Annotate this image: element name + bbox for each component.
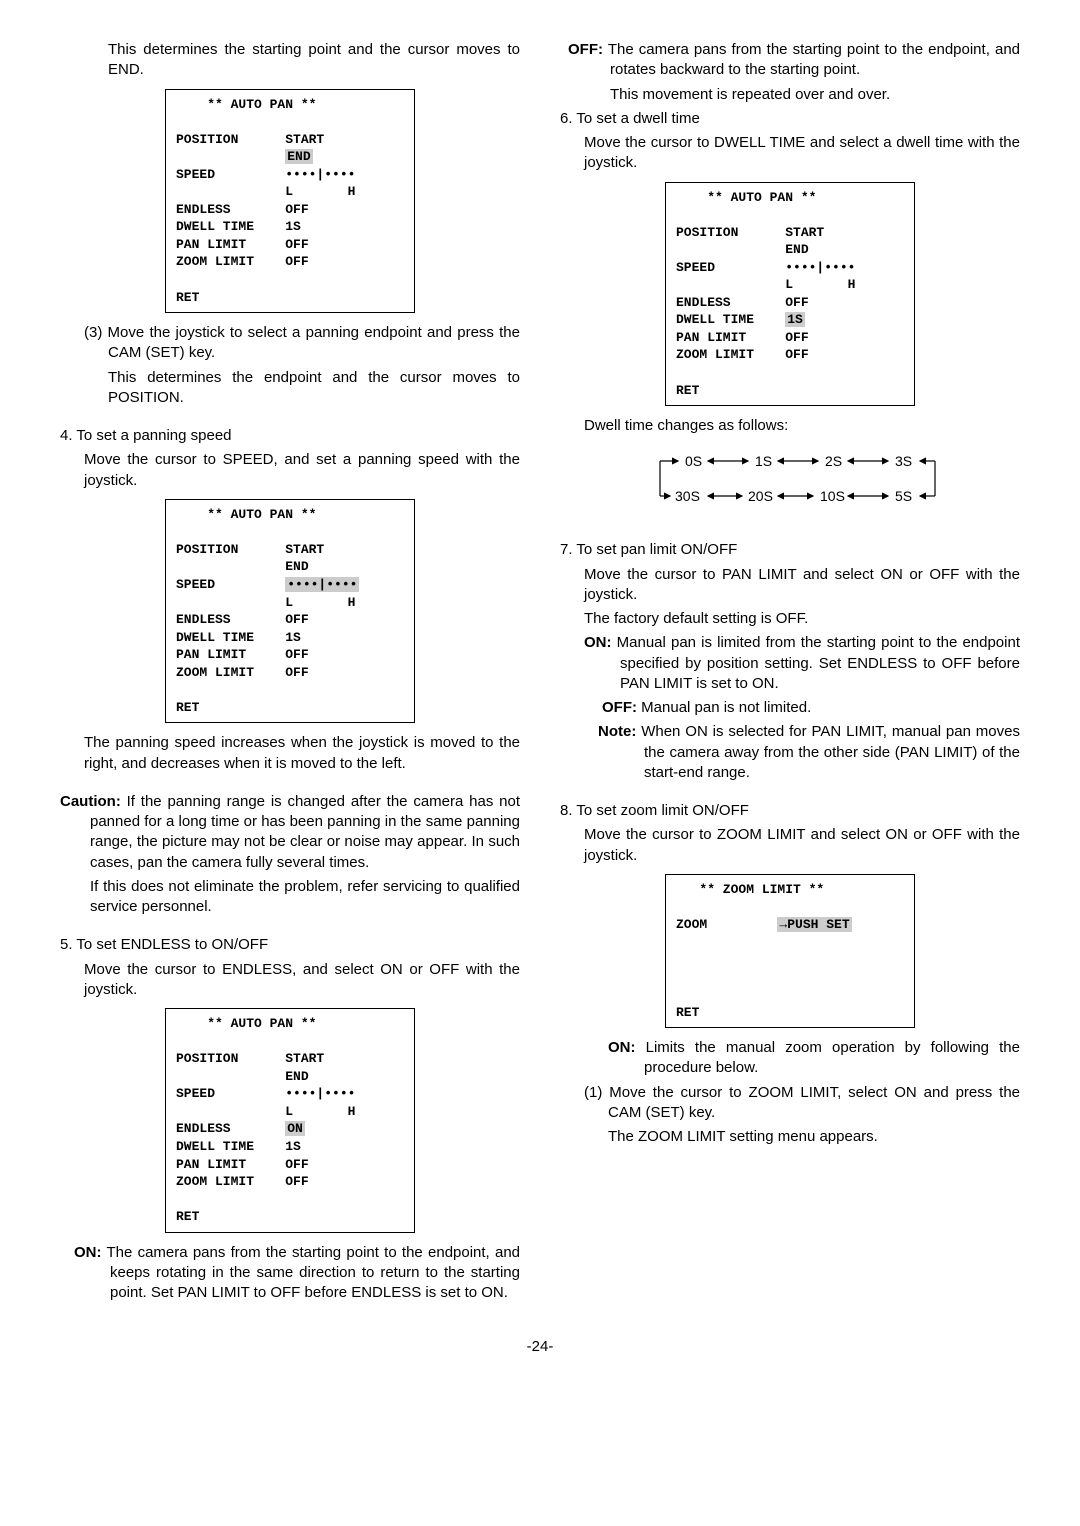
step-8: 8. To set zoom limit ON/OFF (560, 801, 1020, 821)
on-para: ON: The camera pans from the starting po… (60, 1243, 520, 1304)
sub8-1: (1) Move the cursor to ZOOM LIMIT, selec… (560, 1083, 1020, 1124)
intro-text: This determines the starting point and t… (108, 40, 520, 81)
step-5: 5. To set ENDLESS to ON/OFF (60, 935, 520, 955)
sub8-1b: The ZOOM LIMIT setting menu appears. (608, 1127, 1020, 1147)
step-3: (3) Move the joystick to select a pannin… (60, 323, 520, 364)
svg-text:2S: 2S (825, 453, 842, 469)
off-label: OFF: (568, 41, 603, 58)
auto-pan-menu-4: ** AUTO PAN ** POSITION START END SPEED … (665, 182, 915, 407)
panning-speed-text: The panning speed increases when the joy… (84, 733, 520, 774)
step-5a: Move the cursor to ENDLESS, and select O… (84, 960, 520, 1001)
off-para: OFF: The camera pans from the starting p… (560, 40, 1020, 81)
caution-label: Caution: (60, 793, 121, 810)
on8-para: ON: Limits the manual zoom operation by … (584, 1038, 1020, 1079)
svg-text:10S: 10S (820, 488, 845, 504)
step-7: 7. To set pan limit ON/OFF (560, 540, 1020, 560)
svg-text:20S: 20S (748, 488, 773, 504)
page-number: -24- (60, 1337, 1020, 1357)
on7-para: ON: Manual pan is limited from the start… (560, 633, 1020, 694)
step-8a: Move the cursor to ZOOM LIMIT and select… (584, 825, 1020, 866)
dwell-time-diagram: 0S 1S 2S 3S 30S 20S 10S 5S (630, 446, 950, 516)
dwell-intro: Dwell time changes as follows: (584, 416, 1020, 436)
step-7a: Move the cursor to PAN LIMIT and select … (584, 565, 1020, 606)
note7-para: Note: When ON is selected for PAN LIMIT,… (584, 722, 1020, 783)
auto-pan-menu-3: ** AUTO PAN ** POSITION START END SPEED … (165, 1008, 415, 1233)
step-4a: Move the cursor to SPEED, and set a pann… (84, 450, 520, 491)
step-6: 6. To set a dwell time (560, 109, 1020, 129)
left-column: This determines the starting point and t… (60, 40, 520, 1307)
right-column: OFF: The camera pans from the starting p… (560, 40, 1020, 1307)
step-7b: The factory default setting is OFF. (584, 609, 1020, 629)
svg-text:1S: 1S (755, 453, 772, 469)
svg-text:0S: 0S (685, 453, 702, 469)
on-label: ON: (74, 1244, 102, 1261)
step-3b: This determines the endpoint and the cur… (108, 368, 520, 409)
svg-text:3S: 3S (895, 453, 912, 469)
step-6a: Move the cursor to DWELL TIME and select… (584, 133, 1020, 174)
svg-text:5S: 5S (895, 488, 912, 504)
svg-text:30S: 30S (675, 488, 700, 504)
off7-para: OFF: Manual pan is not limited. (584, 698, 1020, 718)
off-para-2: This movement is repeated over and over. (560, 85, 1020, 105)
zoom-limit-menu: ** ZOOM LIMIT ** ZOOM →PUSH SET RET (665, 874, 915, 1028)
auto-pan-menu-2: ** AUTO PAN ** POSITION START END SPEED … (165, 499, 415, 724)
auto-pan-menu-1: ** AUTO PAN ** POSITION START END SPEED … (165, 89, 415, 314)
step-4: 4. To set a panning speed (60, 426, 520, 446)
caution-para: Caution: If the panning range is changed… (60, 792, 520, 873)
caution-para-2: If this does not eliminate the problem, … (60, 877, 520, 918)
